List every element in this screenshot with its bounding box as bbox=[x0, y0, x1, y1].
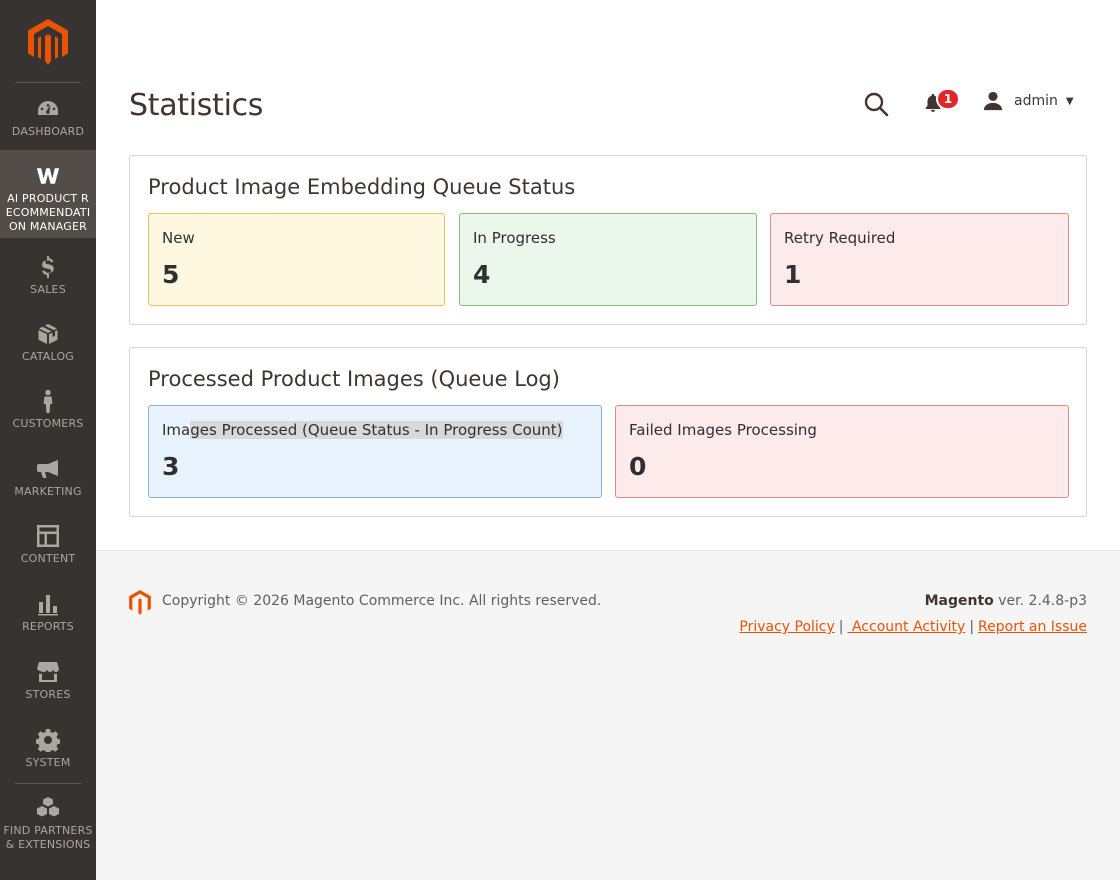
failed-images-label: Failed Images Processing bbox=[629, 421, 817, 439]
sidebar-divider bbox=[15, 783, 81, 784]
sidebar-item-label: CATALOG bbox=[21, 350, 75, 363]
queue-log-panel: Processed Product Images (Queue Log) Ima… bbox=[129, 347, 1087, 517]
sidebar-item-sales[interactable]: SALES bbox=[0, 255, 96, 305]
retry-required-count-card: Retry Required 1 bbox=[770, 213, 1069, 306]
in-progress-count-card: In Progress 4 bbox=[459, 213, 757, 306]
link-separator: | bbox=[838, 619, 844, 635]
sidebar-item-label: REPORTS bbox=[22, 620, 74, 633]
sidebar-item-label: AI PRODUCT RECOMMENDATION MANAGER bbox=[5, 192, 91, 233]
in-progress-count-value: 4 bbox=[473, 260, 491, 289]
footer-divider bbox=[96, 550, 1120, 551]
megaphone-icon bbox=[36, 457, 60, 481]
dollar-icon bbox=[36, 255, 60, 279]
magento-logo-icon bbox=[28, 19, 68, 65]
images-processed-card: Images Processed (Queue Status - In Prog… bbox=[148, 405, 602, 498]
new-count-card: New 5 bbox=[148, 213, 445, 306]
images-processed-label-selected: ges Processed (Queue Status - In Progres… bbox=[190, 421, 563, 439]
gear-icon bbox=[36, 728, 60, 752]
link-separator: | bbox=[969, 619, 975, 635]
page-title: Statistics bbox=[129, 88, 264, 123]
images-processed-label-prefix: Ima bbox=[162, 421, 191, 439]
retry-required-count-label: Retry Required bbox=[784, 229, 896, 247]
images-processed-value: 3 bbox=[162, 452, 180, 481]
sidebar-item-content[interactable]: CONTENT bbox=[0, 524, 96, 574]
bar-chart-icon bbox=[36, 592, 60, 616]
brand-name: Magento bbox=[924, 593, 994, 609]
queue-status-title: Product Image Embedding Queue Status bbox=[148, 175, 576, 199]
dashboard-icon bbox=[36, 97, 60, 121]
sidebar-item-marketing[interactable]: MARKETING bbox=[0, 457, 96, 507]
sidebar-item-label: CUSTOMERS bbox=[12, 417, 84, 430]
report-issue-link[interactable]: Report an Issue bbox=[978, 619, 1087, 635]
new-count-value: 5 bbox=[162, 260, 180, 289]
queue-status-panel: Product Image Embedding Queue Status New… bbox=[129, 155, 1087, 325]
version-info: Magento ver. 2.4.8-p3 bbox=[925, 593, 1087, 609]
magento-footer-logo-icon bbox=[129, 590, 151, 615]
admin-sidebar: DASHBOARD AI PRODUCT RECOMMENDATION MANA… bbox=[0, 0, 96, 880]
failed-images-card: Failed Images Processing 0 bbox=[615, 405, 1069, 498]
queue-log-title: Processed Product Images (Queue Log) bbox=[148, 367, 560, 391]
copyright-text: Copyright © 2026 Magento Commerce Inc. A… bbox=[162, 593, 602, 609]
chevron-down-icon: ▼ bbox=[1065, 95, 1074, 107]
sidebar-divider bbox=[15, 82, 81, 83]
privacy-policy-link[interactable]: Privacy Policy bbox=[739, 619, 834, 635]
new-count-label: New bbox=[162, 229, 195, 247]
magento-logo[interactable] bbox=[0, 0, 96, 82]
sidebar-item-ai-product-recommendation-manager[interactable]: AI PRODUCT RECOMMENDATION MANAGER bbox=[0, 150, 96, 238]
sidebar-item-find-partners[interactable]: FIND PARTNERS & EXTENSIONS bbox=[0, 796, 96, 856]
admin-username: admin bbox=[1014, 93, 1058, 109]
search-icon bbox=[864, 92, 889, 117]
cubes-icon bbox=[36, 796, 60, 820]
in-progress-count-label: In Progress bbox=[473, 229, 556, 247]
footer-links: Privacy Policy | Account Activity | Report … bbox=[739, 619, 1087, 635]
sidebar-item-label: MARKETING bbox=[14, 485, 82, 498]
admin-user-menu[interactable]: admin ▼ bbox=[982, 89, 1074, 113]
version-number: ver. 2.4.8-p3 bbox=[993, 593, 1087, 609]
sidebar-item-system[interactable]: SYSTEM bbox=[0, 728, 96, 778]
sidebar-item-label: CONTENT bbox=[20, 552, 76, 565]
sidebar-item-label: FIND PARTNERS & EXTENSIONS bbox=[3, 824, 93, 851]
sidebar-item-label: SYSTEM bbox=[25, 756, 71, 769]
sidebar-item-label: STORES bbox=[25, 688, 71, 701]
user-icon bbox=[983, 91, 1003, 111]
account-activity-link[interactable]: Account Activity bbox=[848, 619, 965, 635]
sidebar-item-stores[interactable]: STORES bbox=[0, 660, 96, 710]
notification-count-badge: 1 bbox=[936, 88, 960, 110]
sidebar-item-label: DASHBOARD bbox=[11, 125, 85, 138]
sidebar-item-catalog[interactable]: CATALOG bbox=[0, 322, 96, 372]
sidebar-item-label: SALES bbox=[30, 283, 66, 296]
storefront-icon bbox=[36, 660, 60, 684]
sidebar-item-customers[interactable]: CUSTOMERS bbox=[0, 389, 96, 439]
images-processed-label: Images Processed (Queue Status - In Prog… bbox=[162, 421, 563, 439]
layout-icon bbox=[36, 524, 60, 548]
sidebar-item-dashboard[interactable]: DASHBOARD bbox=[0, 97, 96, 147]
global-search-button[interactable] bbox=[862, 90, 890, 118]
ai-logo-icon bbox=[36, 164, 60, 188]
sidebar-item-reports[interactable]: REPORTS bbox=[0, 592, 96, 642]
box-icon bbox=[36, 322, 60, 346]
retry-required-count-value: 1 bbox=[784, 260, 802, 289]
failed-images-value: 0 bbox=[629, 452, 647, 481]
person-icon bbox=[36, 389, 60, 413]
